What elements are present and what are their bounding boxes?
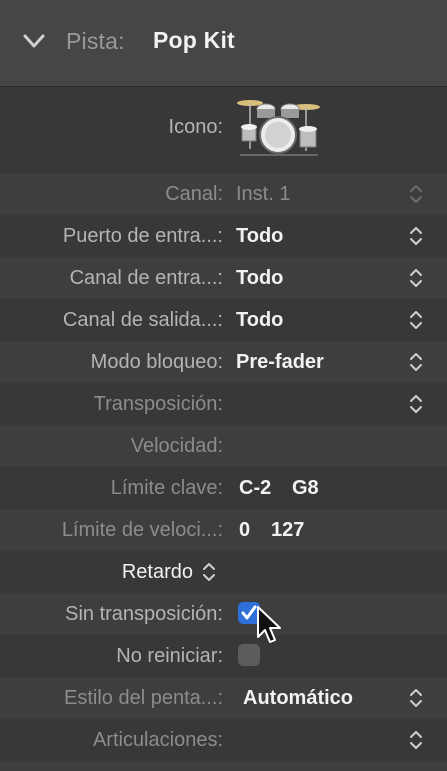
output-channel-value[interactable]: Todo xyxy=(236,299,283,341)
channel-value: Inst. 1 xyxy=(236,183,291,205)
row-articulations[interactable]: Articulaciones: xyxy=(0,719,447,761)
list-bottom-edge xyxy=(0,761,447,771)
freeze-mode-value[interactable]: Pre-fader xyxy=(236,341,324,383)
row-input-port[interactable]: Puerto de entra...: Todo xyxy=(0,215,447,257)
row-velocity[interactable]: Velocidad: xyxy=(0,425,447,467)
velocity-limit-high[interactable]: 127 xyxy=(271,509,304,551)
no-reset-checkbox[interactable] xyxy=(238,644,260,666)
row-delay[interactable]: Retardo xyxy=(0,551,447,593)
track-name[interactable]: Pop Kit xyxy=(153,27,235,54)
input-channel-value[interactable]: Todo xyxy=(236,257,283,299)
row-no-reset[interactable]: No reiniciar: xyxy=(0,635,447,677)
no-transpose-label: Sin transposición: xyxy=(65,603,223,625)
up-down-stepper-icon[interactable] xyxy=(406,392,426,416)
track-inspector-header[interactable]: Pista: Pop Kit xyxy=(0,0,447,87)
staff-style-label: Estilo del penta...: xyxy=(64,687,223,709)
row-freeze-mode[interactable]: Modo bloqueo: Pre-fader xyxy=(0,341,447,383)
input-port-label: Puerto de entra...: xyxy=(62,225,223,247)
velocity-label: Velocidad: xyxy=(130,435,223,457)
row-key-limit: Límite clave: C-2 G8 xyxy=(0,467,447,509)
drum-kit-icon[interactable] xyxy=(236,89,322,159)
up-down-stepper-icon[interactable] xyxy=(199,560,219,584)
row-icon: Icono: xyxy=(0,87,447,173)
up-down-stepper-icon[interactable] xyxy=(406,728,426,752)
row-velocity-limit: Límite de veloci...: 0 127 xyxy=(0,509,447,551)
velocity-limit-low[interactable]: 0 xyxy=(239,509,250,551)
key-limit-label: Límite clave: xyxy=(110,477,223,499)
channel-label: Canal: xyxy=(165,183,223,205)
up-down-stepper-icon[interactable] xyxy=(406,224,426,248)
row-channel: Canal: Inst. 1 xyxy=(0,173,447,215)
up-down-stepper-icon xyxy=(410,185,422,203)
delay-label[interactable]: Retardo xyxy=(122,551,193,593)
input-channel-label: Canal de entra...: xyxy=(69,267,223,289)
row-transpose[interactable]: Transposición: xyxy=(0,383,447,425)
chevron-down-icon[interactable] xyxy=(22,30,46,52)
staff-style-value[interactable]: Automático xyxy=(243,677,353,719)
row-output-channel[interactable]: Canal de salida...: Todo xyxy=(0,299,447,341)
key-limit-low[interactable]: C-2 xyxy=(239,467,271,509)
transpose-label: Transposición: xyxy=(93,393,223,415)
input-port-value[interactable]: Todo xyxy=(236,215,283,257)
no-reset-label: No reiniciar: xyxy=(116,645,223,667)
up-down-stepper-icon[interactable] xyxy=(406,686,426,710)
row-input-channel[interactable]: Canal de entra...: Todo xyxy=(0,257,447,299)
up-down-stepper-icon[interactable] xyxy=(406,308,426,332)
output-channel-label: Canal de salida...: xyxy=(62,309,223,331)
articulations-label: Articulaciones: xyxy=(92,729,223,751)
freeze-mode-label: Modo bloqueo: xyxy=(90,351,223,373)
row-no-transpose[interactable]: Sin transposición: xyxy=(0,593,447,643)
up-down-stepper-icon[interactable] xyxy=(406,350,426,374)
velocity-limit-label: Límite de veloci...: xyxy=(61,519,223,541)
track-label: Pista: xyxy=(66,28,125,54)
icon-label: Icono: xyxy=(168,116,223,138)
row-staff-style[interactable]: Estilo del penta...: Automático xyxy=(0,677,447,719)
up-down-stepper-icon[interactable] xyxy=(406,266,426,290)
key-limit-high[interactable]: G8 xyxy=(292,467,319,509)
